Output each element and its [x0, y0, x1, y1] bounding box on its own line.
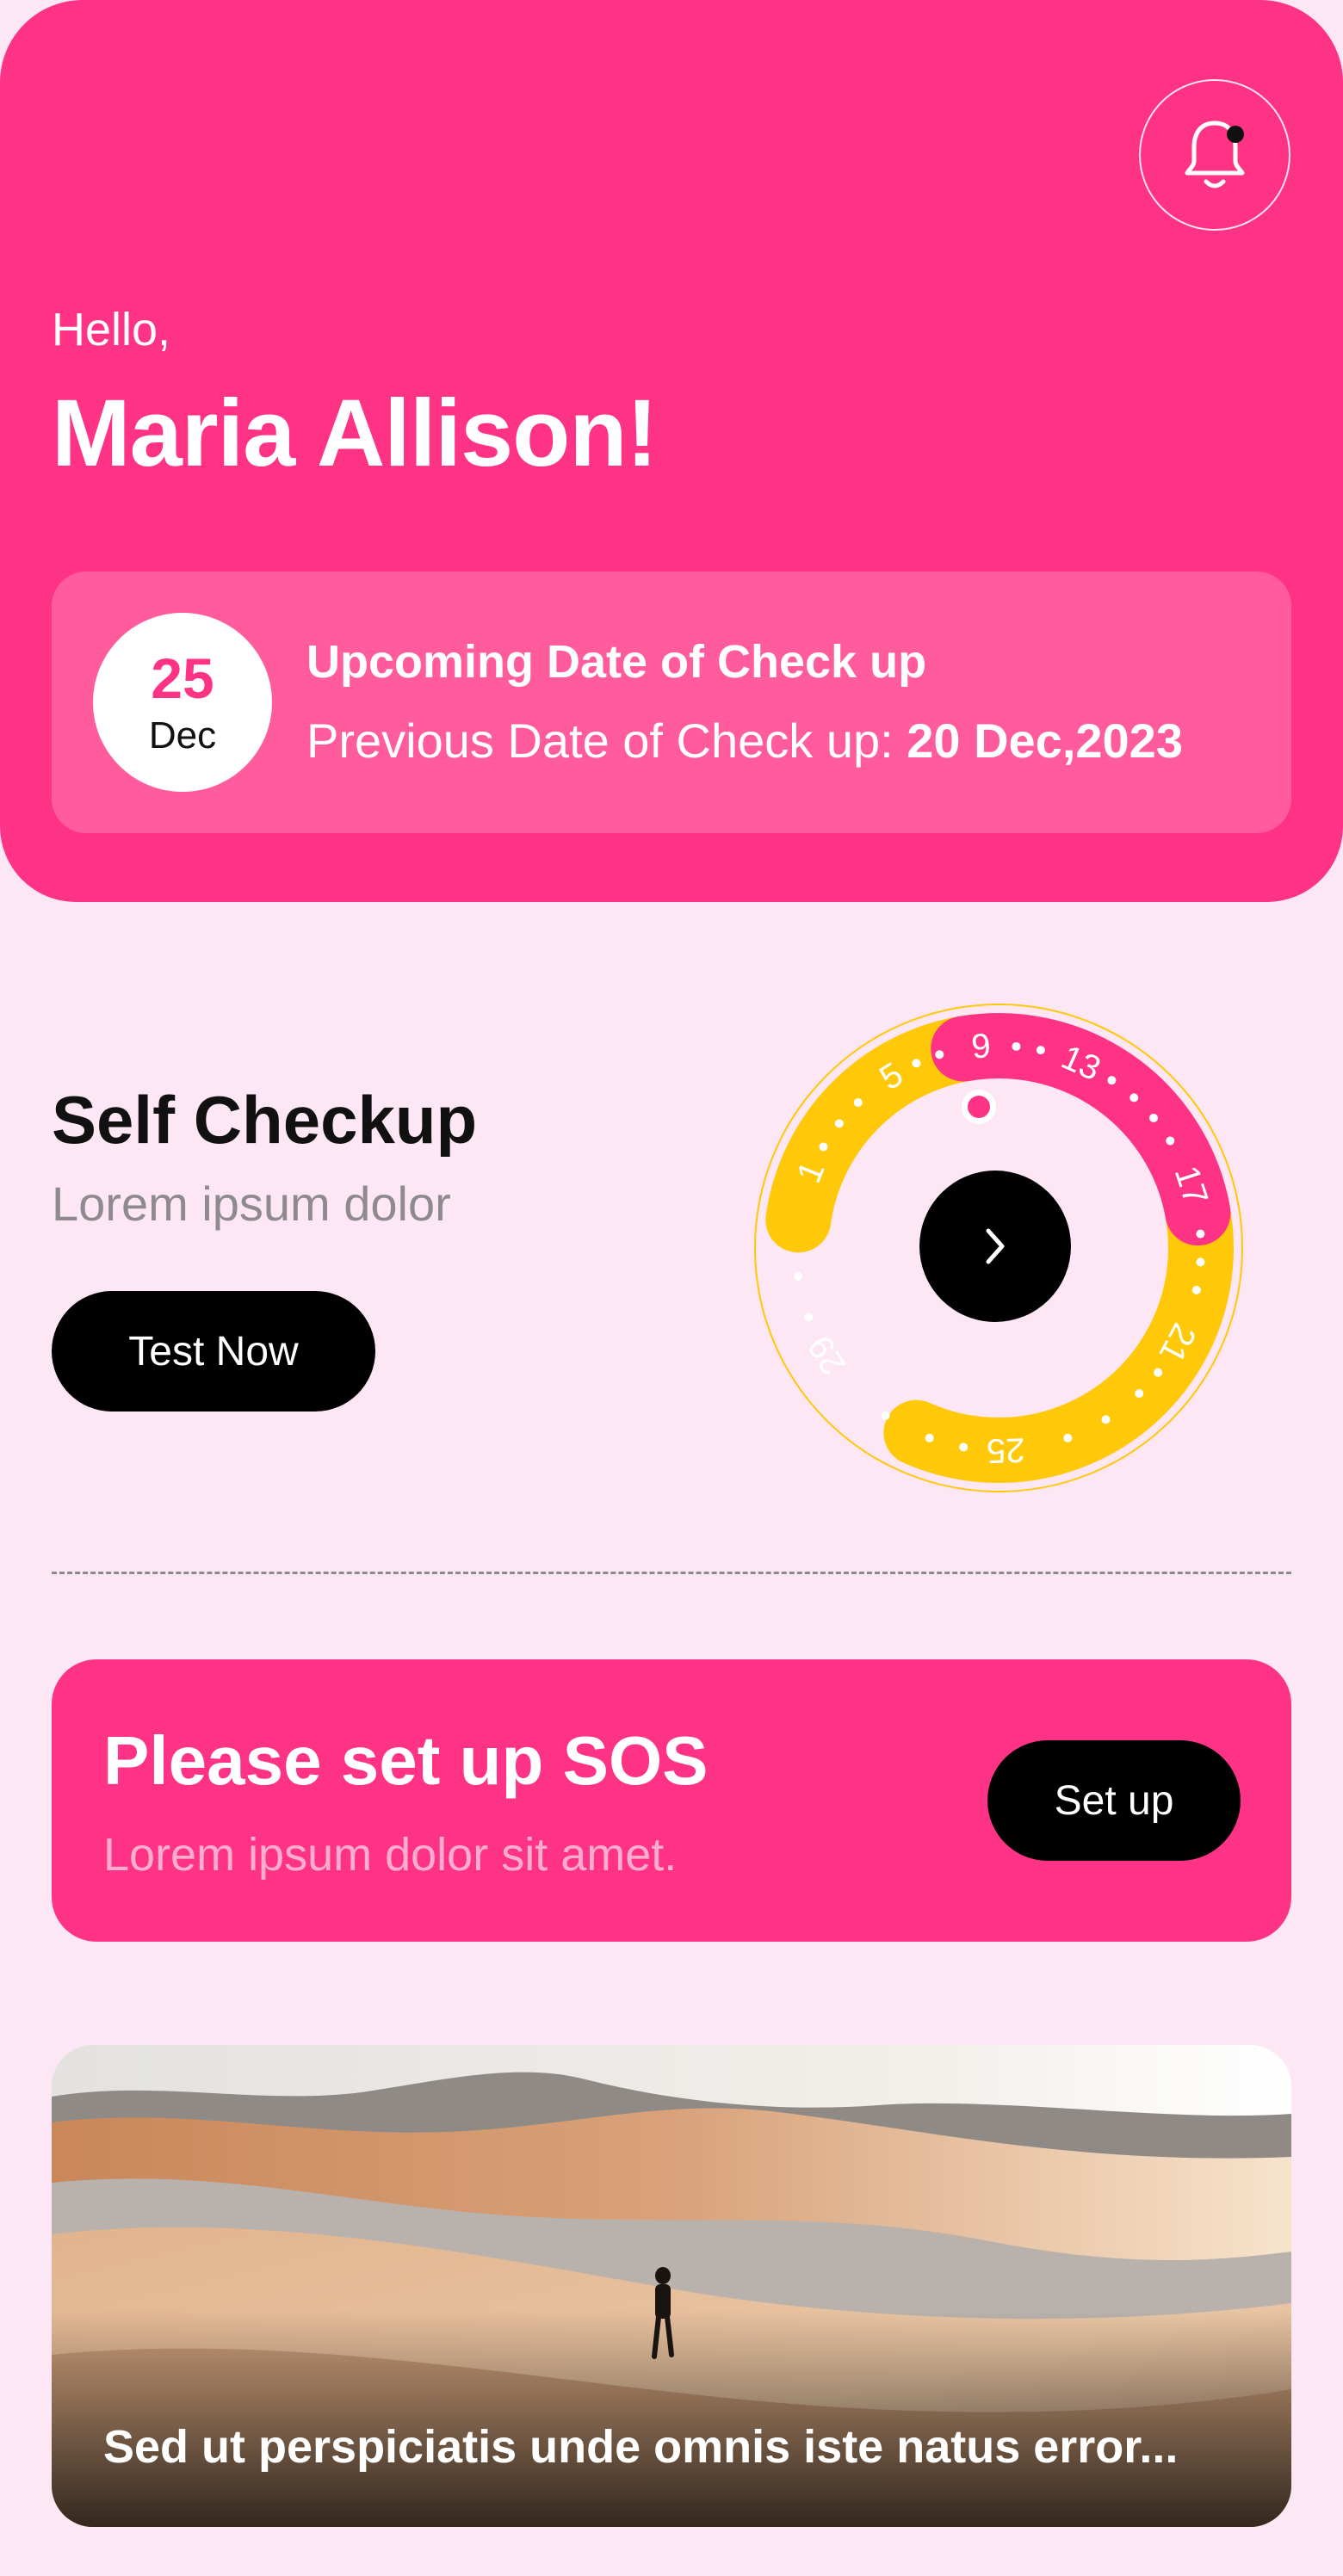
- cycle-dot: [912, 1059, 921, 1068]
- date-day: 25: [151, 646, 214, 710]
- previous-checkup-label: Previous Date of Check up:: [306, 713, 907, 768]
- cycle-dot: [1196, 1229, 1205, 1239]
- cycle-dot: [1149, 1113, 1159, 1122]
- notification-button[interactable]: [1139, 79, 1290, 231]
- date-badge: 25 Dec: [93, 613, 272, 792]
- previous-checkup-date: 20 Dec,2023: [907, 713, 1183, 768]
- cycle-dot: [819, 1142, 828, 1152]
- cycle-next-button[interactable]: [919, 1171, 1071, 1322]
- cycle-dot: [1129, 1093, 1139, 1103]
- test-now-button[interactable]: Test Now: [52, 1291, 375, 1412]
- header-panel: Hello, Maria Allison! 25 Dec Upcoming Da…: [0, 0, 1343, 902]
- cycle-dot: [804, 1313, 814, 1322]
- user-name: Maria Allison!: [52, 380, 658, 486]
- cycle-dot: [1101, 1415, 1111, 1424]
- section-divider: [52, 1572, 1291, 1574]
- previous-checkup-line: Previous Date of Check up: 20 Dec,2023: [306, 713, 1183, 769]
- cycle-dot: [959, 1442, 969, 1452]
- notification-dot: [1227, 126, 1244, 143]
- cycle-dot: [1196, 1257, 1205, 1267]
- self-checkup-subtitle: Lorem ipsum dolor: [52, 1177, 451, 1231]
- sos-subtitle: Lorem ipsum dolor sit amet.: [103, 1829, 678, 1881]
- greeting-text: Hello,: [52, 304, 171, 355]
- article-caption: Sed ut perspiciatis unde omnis iste natu…: [103, 2421, 1179, 2473]
- cycle-dot: [853, 1097, 863, 1107]
- cycle-day-label: 29: [801, 1329, 853, 1381]
- cycle-day-label: 25: [986, 1430, 1025, 1470]
- cycle-dot: [1135, 1389, 1144, 1399]
- sos-banner: Please set up SOS Lorem ipsum dolor sit …: [52, 1659, 1291, 1942]
- chevron-right-icon: [978, 1220, 1012, 1272]
- checkup-card[interactable]: 25 Dec Upcoming Date of Check up Previou…: [52, 571, 1291, 833]
- cycle-dot: [935, 1050, 944, 1059]
- cycle-marker: [968, 1096, 990, 1118]
- home-screen: Hello, Maria Allison! 25 Dec Upcoming Da…: [0, 0, 1343, 2576]
- cycle-dot: [794, 1271, 803, 1281]
- cycle-dot: [834, 1119, 844, 1128]
- setup-sos-button[interactable]: Set up: [987, 1740, 1241, 1861]
- cycle-tracker: 1 5 9 13 17 21 25 29: [749, 998, 1248, 1498]
- cycle-day-label: 9: [970, 1027, 993, 1066]
- cycle-dot: [1166, 1136, 1175, 1146]
- cycle-dot: [925, 1433, 934, 1442]
- cycle-dot: [1063, 1433, 1073, 1442]
- cycle-dot: [1107, 1076, 1117, 1085]
- cycle-dot: [881, 1411, 890, 1420]
- cycle-dot: [1036, 1046, 1045, 1055]
- upcoming-checkup-title: Upcoming Date of Check up: [306, 636, 927, 688]
- cycle-dot: [1154, 1368, 1163, 1377]
- article-card[interactable]: Sed ut perspiciatis unde omnis iste natu…: [52, 2045, 1291, 2527]
- cycle-dot: [1012, 1041, 1021, 1051]
- self-checkup-title: Self Checkup: [52, 1082, 478, 1158]
- sos-title: Please set up SOS: [103, 1722, 709, 1799]
- date-month: Dec: [148, 714, 217, 757]
- cycle-dot: [1191, 1285, 1201, 1294]
